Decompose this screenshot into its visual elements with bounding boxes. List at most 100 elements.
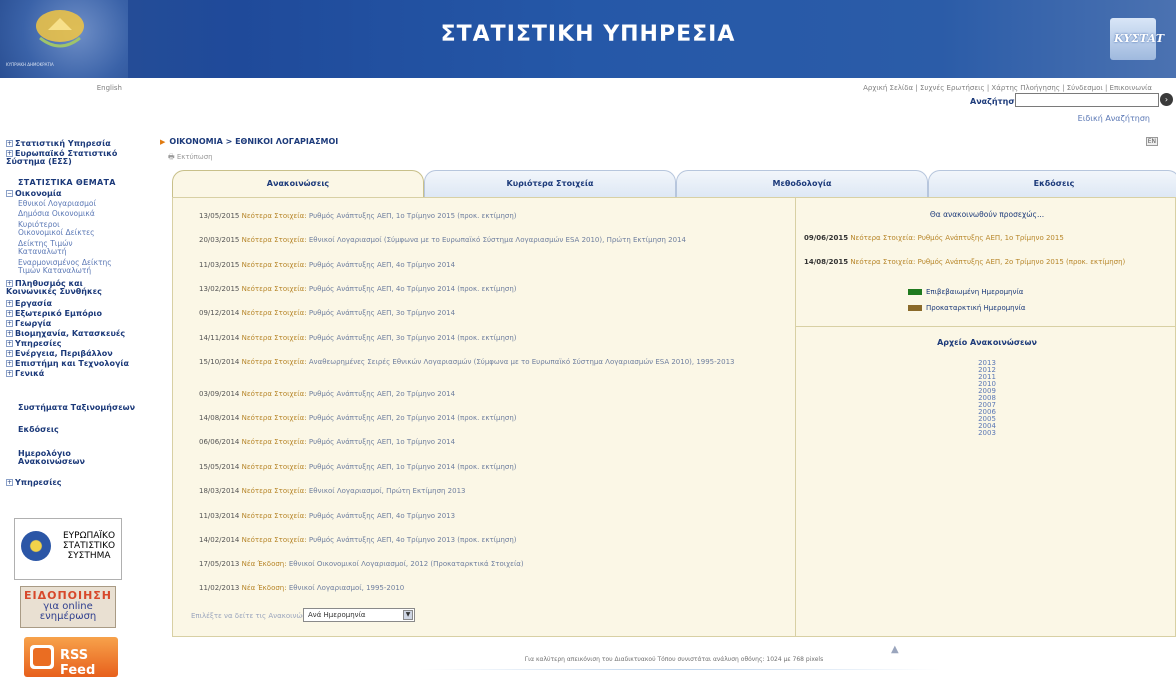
expand-icon[interactable]: + — [6, 310, 13, 317]
rss-feed-banner[interactable]: RSS Feed — [24, 637, 118, 678]
list-item[interactable]: 15/05/2014 Νεότερα Στοιχεία: Ρυθμός Ανάπ… — [199, 463, 799, 472]
upcoming-item[interactable]: 14/08/2015 Νεότερα Στοιχεία: Ρυθμός Ανάπ… — [804, 258, 1176, 267]
announcement-title[interactable]: Ρυθμός Ανάπτυξης ΑΕΠ, 4ο Τρίμηνο 2014 — [309, 261, 455, 269]
expand-icon[interactable]: + — [6, 340, 13, 347]
tab-announcements[interactable]: Ανακοινώσεις — [172, 170, 424, 198]
sidebar-item-science[interactable]: + Επιστήμη και Τεχνολογία — [6, 360, 129, 368]
sidebar-item-agriculture[interactable]: + Γεωργία — [6, 320, 51, 328]
announcement-tag: Νεότερα Στοιχεία: — [241, 414, 307, 422]
upcoming-text[interactable]: Ρυθμός Ανάπτυξης ΑΕΠ, 2ο Τρίμηνο 2015 (π… — [918, 258, 1126, 266]
announcement-title[interactable]: Ρυθμός Ανάπτυξης ΑΕΠ, 1ο Τρίμηνο 2015 (π… — [309, 212, 517, 220]
notification-banner[interactable]: ΕΙΔΟΠΟΙΗΣΗ για online ενημέρωση — [20, 586, 116, 628]
announcement-title[interactable]: Ρυθμός Ανάπτυξης ΑΕΠ, 2ο Τρίμηνο 2014 (π… — [309, 414, 517, 422]
announcement-date: 17/05/2013 — [199, 560, 240, 568]
announcement-title[interactable]: Εθνικοί Λογαριασμοί (Σύμφωνα με το Ευρωπ… — [309, 236, 686, 244]
expand-icon[interactable]: + — [6, 479, 13, 486]
sidebar-link-classifications[interactable]: Συστήματα Ταξινομήσεων — [18, 404, 135, 412]
list-item[interactable]: 20/03/2015 Νεότερα Στοιχεία: Εθνικοί Λογ… — [199, 236, 799, 245]
sidebar-item-services[interactable]: + Υπηρεσίες — [6, 479, 62, 487]
expand-icon[interactable]: + — [6, 360, 13, 367]
sort-select[interactable]: Ανά Ημερομηνία ▼ — [303, 608, 415, 622]
search-input[interactable] — [1015, 93, 1159, 107]
announcement-title[interactable]: Ρυθμός Ανάπτυξης ΑΕΠ, 1ο Τρίμηνο 2014 — [309, 438, 455, 446]
tab-methodology[interactable]: Μεθοδολογία — [676, 170, 928, 198]
sidebar-subitem-cpi[interactable]: Δείκτης Τιμών Καταναλωτή — [18, 240, 98, 256]
back-to-top-icon[interactable]: ▲ — [891, 644, 899, 655]
list-item[interactable]: 14/08/2014 Νεότερα Στοιχεία: Ρυθμός Ανάπ… — [199, 414, 799, 423]
announcement-title[interactable]: Αναθεωρημένες Σειρές Εθνικών Λογαριασμών… — [309, 358, 735, 366]
announcement-title[interactable]: Ρυθμός Ανάπτυξης ΑΕΠ, 4ο Τρίμηνο 2013 — [309, 512, 455, 520]
announcement-title[interactable]: Ρυθμός Ανάπτυξης ΑΕΠ, 3ο Τρίμηνο 2014 (π… — [309, 334, 517, 342]
ess-banner[interactable]: ΕΥΡΩΠΑΪΚΟ ΣΤΑΤΙΣΤΙΚΟ ΣΥΣΤΗΜΑ — [14, 518, 122, 580]
announcement-title[interactable]: Ρυθμός Ανάπτυξης ΑΕΠ, 3ο Τρίμηνο 2014 — [309, 309, 455, 317]
breadcrumb-text[interactable]: ΟΙΚΟΝΟΜΙΑ > ΕΘΝΙΚΟΙ ΛΟΓΑΡΙΑΣΜΟΙ — [169, 137, 338, 146]
sidebar-item-labour[interactable]: + Εργασία — [6, 300, 52, 308]
legend-label: Προκαταρκτική Ημερομηνία — [926, 304, 1026, 312]
list-item[interactable]: 13/05/2015 Νεότερα Στοιχεία: Ρυθμός Ανάπ… — [199, 212, 799, 221]
announcement-title[interactable]: Εθνικοί Οικονομικοί Λογαριασμοί, 2012 (Π… — [289, 560, 524, 568]
archive-year-link[interactable]: 2003 — [796, 430, 1176, 437]
sidebar-item-ess[interactable]: + Ευρωπαϊκό Στατιστικό Σύστημα (ΕΣΣ) — [6, 150, 130, 166]
sidebar-item-external-trade[interactable]: + Εξωτερικό Εμπόριο — [6, 310, 102, 318]
utility-links[interactable]: Αρχική Σελίδα | Συχνές Ερωτήσεις | Χάρτη… — [863, 84, 1152, 92]
sidebar-item-energy[interactable]: + Ενέργεια, Περιβάλλον — [6, 350, 113, 358]
tab-publications[interactable]: Εκδόσεις — [928, 170, 1176, 198]
list-item[interactable]: 13/02/2015 Νεότερα Στοιχεία: Ρυθμός Ανάπ… — [199, 285, 799, 294]
sidebar-subitem-economic-indicators[interactable]: Κυριότεροι Οικονομικοί Δείκτες — [18, 221, 98, 237]
list-item[interactable]: 06/06/2014 Νεότερα Στοιχεία: Ρυθμός Ανάπ… — [199, 438, 799, 447]
list-item[interactable]: 15/10/2014 Νεότερα Στοιχεία: Αναθεωρημέν… — [199, 358, 799, 367]
sidebar-item-statistical-service[interactable]: + Στατιστική Υπηρεσία — [6, 140, 111, 148]
expand-icon[interactable]: + — [6, 300, 13, 307]
announcement-tag: Νεότερα Στοιχεία: — [241, 309, 307, 317]
announcement-title[interactable]: Ρυθμός Ανάπτυξης ΑΕΠ, 2ο Τρίμηνο 2014 — [309, 390, 455, 398]
expand-icon[interactable]: + — [6, 350, 13, 357]
list-item[interactable]: 14/11/2014 Νεότερα Στοιχεία: Ρυθμός Ανάπ… — [199, 334, 799, 343]
announcement-title[interactable]: Ρυθμός Ανάπτυξης ΑΕΠ, 4ο Τρίμηνο 2014 (π… — [309, 285, 517, 293]
collapse-icon[interactable]: − — [6, 190, 13, 197]
upcoming-text[interactable]: Ρυθμός Ανάπτυξης ΑΕΠ, 1ο Τρίμηνο 2015 — [918, 234, 1064, 242]
print-link[interactable]: 🖶 Εκτύπωση — [168, 153, 213, 164]
announcement-tag: Νεότερα Στοιχεία: — [241, 212, 307, 220]
sidebar-item-general[interactable]: + Γενικά — [6, 370, 44, 378]
tab-key-figures[interactable]: Κυριότερα Στοιχεία — [424, 170, 676, 198]
expand-icon[interactable]: + — [6, 330, 13, 337]
list-item[interactable]: 11/03/2015 Νεότερα Στοιχεία: Ρυθμός Ανάπ… — [199, 261, 799, 270]
chevron-down-icon[interactable]: ▼ — [403, 610, 413, 620]
expand-icon[interactable]: + — [6, 150, 13, 157]
expand-icon[interactable]: + — [6, 370, 13, 377]
announcement-title[interactable]: Εθνικοί Λογαριασμοί, Πρώτη Εκτίμηση 2013 — [309, 487, 466, 495]
list-item[interactable]: 11/02/2013 Νέα Έκδοση: Εθνικοί Λογαριασμ… — [199, 584, 799, 593]
expand-icon[interactable]: + — [6, 140, 13, 147]
announcement-title[interactable]: Ρυθμός Ανάπτυξης ΑΕΠ, 1ο Τρίμηνο 2014 (π… — [309, 463, 517, 471]
sidebar-subitem-national-accounts[interactable]: Εθνικοί Λογαριασμοί — [18, 200, 96, 208]
english-link[interactable]: English — [97, 84, 122, 92]
sidebar-subitem-public-finance[interactable]: Δημόσια Οικονομικά — [18, 210, 95, 218]
sidebar-item-label: Πληθυσμός και Κοινωνικές Συνθήκες — [6, 279, 102, 296]
announcement-date: 09/12/2014 — [199, 309, 240, 317]
advanced-search-link[interactable]: Ειδική Αναζήτηση — [1078, 114, 1150, 123]
list-item[interactable]: 11/03/2014 Νεότερα Στοιχεία: Ρυθμός Ανάπ… — [199, 512, 799, 521]
archive-title: Αρχείο Ανακοινώσεων — [937, 338, 1037, 347]
sidebar-item-label: Βιομηχανία, Κατασκευές — [15, 329, 126, 338]
list-item[interactable]: 14/02/2014 Νεότερα Στοιχεία: Ρυθμός Ανάπ… — [199, 536, 799, 545]
announcement-date: 15/05/2014 — [199, 463, 240, 471]
list-item[interactable]: 17/05/2013 Νέα Έκδοση: Εθνικοί Οικονομικ… — [199, 560, 799, 569]
sidebar-item-economy[interactable]: − Οικονομία — [6, 190, 62, 198]
sidebar-link-publications[interactable]: Εκδόσεις — [18, 426, 59, 434]
sidebar-subitem-hicp[interactable]: Εναρμονισμένος Δείκτης Τιμών Καταναλωτή — [18, 259, 136, 275]
search-go-icon[interactable]: › — [1160, 93, 1173, 106]
english-version-badge[interactable]: EN — [1145, 137, 1158, 146]
sidebar-item-industry[interactable]: + Βιομηχανία, Κατασκευές — [6, 330, 125, 338]
sidebar-link-release-calendar[interactable]: Ημερολόγιο Ανακοινώσεων — [18, 450, 88, 466]
announcement-title[interactable]: Ρυθμός Ανάπτυξης ΑΕΠ, 4ο Τρίμηνο 2013 (π… — [309, 536, 517, 544]
expand-icon[interactable]: + — [6, 320, 13, 327]
upcoming-item[interactable]: 09/06/2015 Νεότερα Στοιχεία: Ρυθμός Ανάπ… — [804, 234, 1176, 243]
list-item[interactable]: 09/12/2014 Νεότερα Στοιχεία: Ρυθμός Ανάπ… — [199, 309, 799, 318]
list-item[interactable]: 03/09/2014 Νεότερα Στοιχεία: Ρυθμός Ανάπ… — [199, 390, 799, 399]
expand-icon[interactable]: + — [6, 280, 13, 287]
sidebar-item-services-sector[interactable]: + Υπηρεσίες — [6, 340, 62, 348]
announcement-title[interactable]: Εθνικοί Λογαριασμοί, 1995-2010 — [289, 584, 404, 592]
cystat-logo[interactable]: ΚΥΣΤΑΤ — [1110, 18, 1164, 60]
sidebar-item-population[interactable]: + Πληθυσμός και Κοινωνικές Συνθήκες — [6, 280, 134, 296]
list-item[interactable]: 18/03/2014 Νεότερα Στοιχεία: Εθνικοί Λογ… — [199, 487, 799, 496]
